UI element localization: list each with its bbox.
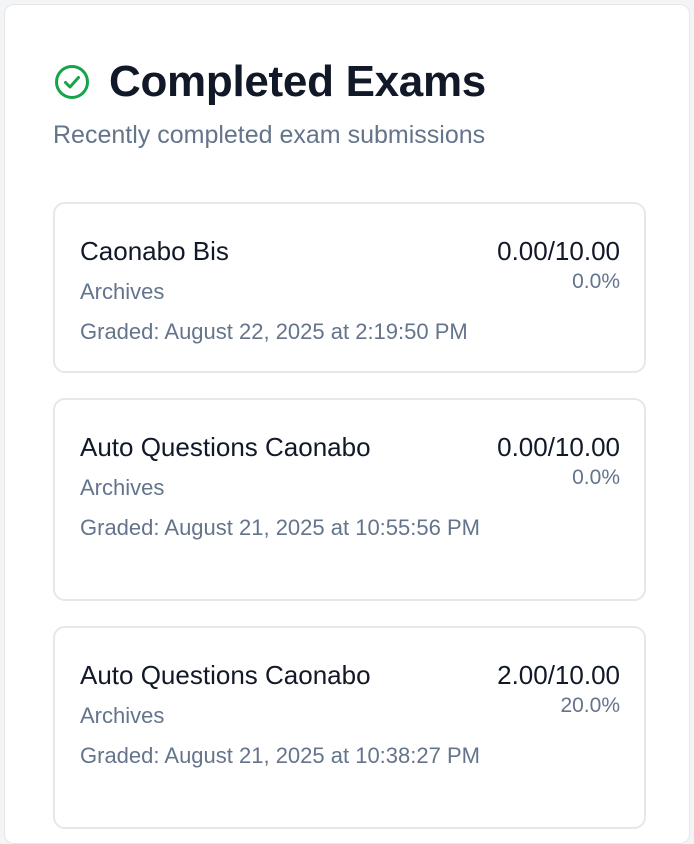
exam-percent: 0.0% xyxy=(572,466,620,489)
completed-exams-panel: Completed Exams Recently completed exam … xyxy=(4,4,690,844)
exam-name: Auto Questions Caonabo xyxy=(80,432,371,462)
exam-card[interactable]: Caonabo Bis Archives Graded: August 22, … xyxy=(53,202,646,373)
exam-score-block: 0.00/10.00 0.0% xyxy=(497,234,620,294)
exam-info: Caonabo Bis Archives Graded: August 22, … xyxy=(80,234,480,348)
exam-course: Archives xyxy=(80,279,165,304)
page-subtitle: Recently completed exam submissions xyxy=(53,121,486,149)
exam-score-block: 0.00/10.00 0.0% xyxy=(497,430,620,490)
exam-percent: 0.0% xyxy=(572,270,620,293)
exam-graded-date: Graded: August 21, 2025 at 10:38:27 PM xyxy=(80,743,480,768)
exam-score: 0.00/10.00 xyxy=(497,432,620,462)
exam-course: Archives xyxy=(80,703,165,728)
exam-score-block: 2.00/10.00 20.0% xyxy=(497,658,620,718)
exam-card[interactable]: Auto Questions Caonabo Archives Graded: … xyxy=(53,626,646,829)
exam-info: Auto Questions Caonabo Archives Graded: … xyxy=(80,658,480,772)
exam-score: 2.00/10.00 xyxy=(497,660,620,690)
exam-graded-date: Graded: August 22, 2025 at 2:19:50 PM xyxy=(80,319,468,344)
exam-card[interactable]: Auto Questions Caonabo Archives Graded: … xyxy=(53,398,646,601)
exam-graded-date: Graded: August 21, 2025 at 10:55:56 PM xyxy=(80,515,480,540)
exam-name: Auto Questions Caonabo xyxy=(80,660,371,690)
exam-percent: 20.0% xyxy=(560,694,620,717)
check-circle-icon xyxy=(53,63,91,101)
panel-header: Completed Exams xyxy=(53,57,486,107)
exam-name: Caonabo Bis xyxy=(80,236,229,266)
exam-info: Auto Questions Caonabo Archives Graded: … xyxy=(80,430,480,544)
page-title: Completed Exams xyxy=(109,57,486,106)
exam-score: 0.00/10.00 xyxy=(497,236,620,266)
exam-course: Archives xyxy=(80,475,165,500)
